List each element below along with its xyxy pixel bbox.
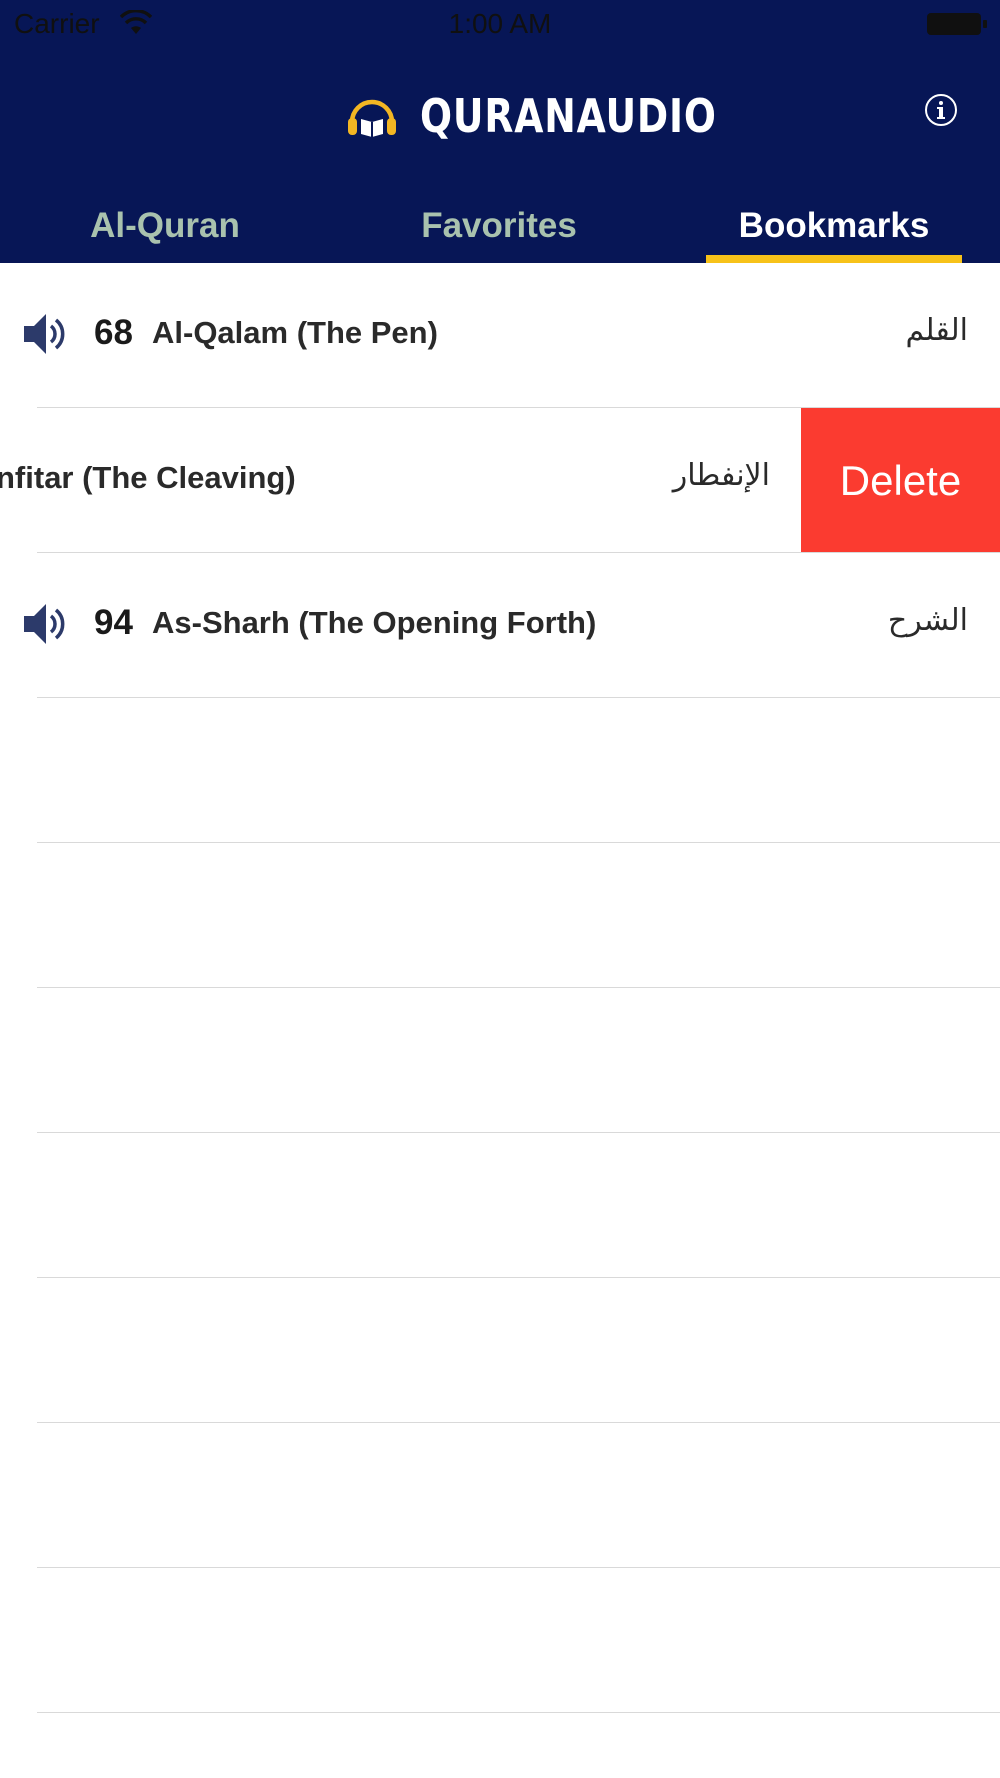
battery-icon <box>927 13 987 35</box>
tab-favorites[interactable]: Favorites <box>374 206 624 246</box>
row-divider <box>37 1132 1000 1133</box>
row-divider <box>37 1277 1000 1278</box>
list-item-swiped[interactable]: nfitar (The Cleaving) الإنفطار Delete <box>0 408 1000 553</box>
active-tab-indicator <box>706 255 962 263</box>
surah-number: 68 <box>94 313 133 352</box>
surah-arabic-name: الإنفطار <box>672 458 770 493</box>
speaker-icon[interactable] <box>22 599 68 649</box>
surah-title: Al-Qalam (The Pen) <box>152 315 438 350</box>
row-divider <box>37 697 1000 698</box>
surah-arabic-name: القلم <box>905 313 968 348</box>
row-divider <box>37 1567 1000 1568</box>
row-divider <box>37 987 1000 988</box>
headphones-book-icon <box>348 99 396 137</box>
surah-arabic-name: الشرح <box>887 603 968 638</box>
surah-title: As-Sharh (The Opening Forth) <box>152 605 597 640</box>
surah-title: nfitar (The Cleaving) <box>0 460 296 495</box>
info-circle-icon[interactable] <box>924 93 958 127</box>
speaker-icon[interactable] <box>22 309 68 359</box>
row-divider <box>37 842 1000 843</box>
tab-bookmarks[interactable]: Bookmarks <box>706 206 962 246</box>
delete-button[interactable]: Delete <box>801 408 1000 553</box>
surah-number: 94 <box>94 603 133 642</box>
list-item[interactable]: 68 Al-Qalam (The Pen) القلم <box>0 263 1000 408</box>
app-title: QURANAUDIO <box>420 89 717 143</box>
tab-al-quran[interactable]: Al-Quran <box>40 206 290 246</box>
row-divider <box>37 1422 1000 1423</box>
list-item[interactable]: 94 As-Sharh (The Opening Forth) الشرح <box>0 553 1000 698</box>
app-header: Carrier 1:00 AM QURANAUDIO Al-Quran Favo… <box>0 0 1000 263</box>
app-brand: QURANAUDIO <box>346 88 782 144</box>
status-time: 1:00 AM <box>448 8 552 39</box>
row-divider <box>37 1712 1000 1713</box>
tab-bar: Al-Quran Favorites Bookmarks <box>0 192 1000 263</box>
status-bar: Carrier 1:00 AM <box>0 0 1000 50</box>
